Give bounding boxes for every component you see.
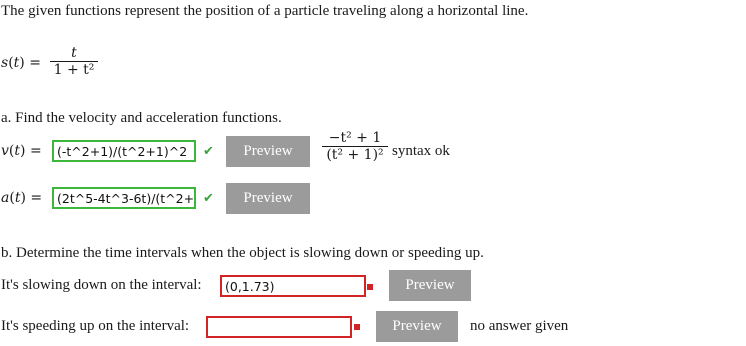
part-b-prompt: b. Determine the time intervals when the… bbox=[1, 245, 484, 261]
correct-check-icon: ✔ bbox=[203, 144, 214, 159]
velocity-preview-fraction: −t² + 1 (t² + 1)² bbox=[322, 130, 388, 163]
s-func-var: t bbox=[13, 55, 20, 71]
v-func-var: t bbox=[14, 143, 21, 159]
velocity-label: v(t) = bbox=[1, 143, 42, 159]
slowing-preview-button[interactable]: Preview bbox=[389, 270, 471, 301]
speeding-interval-input[interactable] bbox=[206, 316, 352, 338]
speeding-label: It's speeding up on the interval: bbox=[1, 318, 190, 334]
correct-check-icon: ✔ bbox=[203, 191, 214, 206]
velocity-preview-numerator: −t² + 1 bbox=[328, 130, 382, 146]
s-numerator: t bbox=[71, 45, 77, 61]
acceleration-label: a(t) = bbox=[1, 190, 43, 206]
acceleration-answer-input[interactable]: (2t^5-4t^3-6t)/(t^2+1)^ bbox=[52, 187, 196, 209]
velocity-answer-input[interactable]: (-t^2+1)/(t^2+1)^2 bbox=[52, 140, 196, 162]
incorrect-cross-icon bbox=[354, 324, 360, 330]
part-a-prompt: a. Find the velocity and acceleration fu… bbox=[1, 110, 282, 126]
s-function-label: s(t) = bbox=[1, 55, 41, 71]
s-denominator: 1 + t² bbox=[53, 62, 95, 78]
velocity-preview-button[interactable]: Preview bbox=[226, 136, 310, 167]
s-function-fraction: t 1 + t² bbox=[50, 45, 98, 78]
a-func-name: a bbox=[1, 190, 10, 206]
velocity-preview-denominator: (t² + 1)² bbox=[326, 147, 384, 163]
speeding-status: no answer given bbox=[470, 318, 569, 334]
v-func-name: v bbox=[1, 143, 9, 159]
slowing-label: It's slowing down on the interval: bbox=[1, 277, 202, 293]
problem-statement: The given functions represent the positi… bbox=[1, 3, 529, 19]
acceleration-preview-button[interactable]: Preview bbox=[226, 183, 310, 214]
velocity-status: syntax ok bbox=[392, 143, 450, 159]
incorrect-cross-icon bbox=[367, 284, 373, 290]
speeding-preview-button[interactable]: Preview bbox=[376, 311, 458, 342]
a-func-var: t bbox=[14, 190, 21, 206]
s-func-name: s bbox=[1, 55, 9, 71]
slowing-interval-input[interactable]: (0,1.73) bbox=[220, 275, 366, 297]
